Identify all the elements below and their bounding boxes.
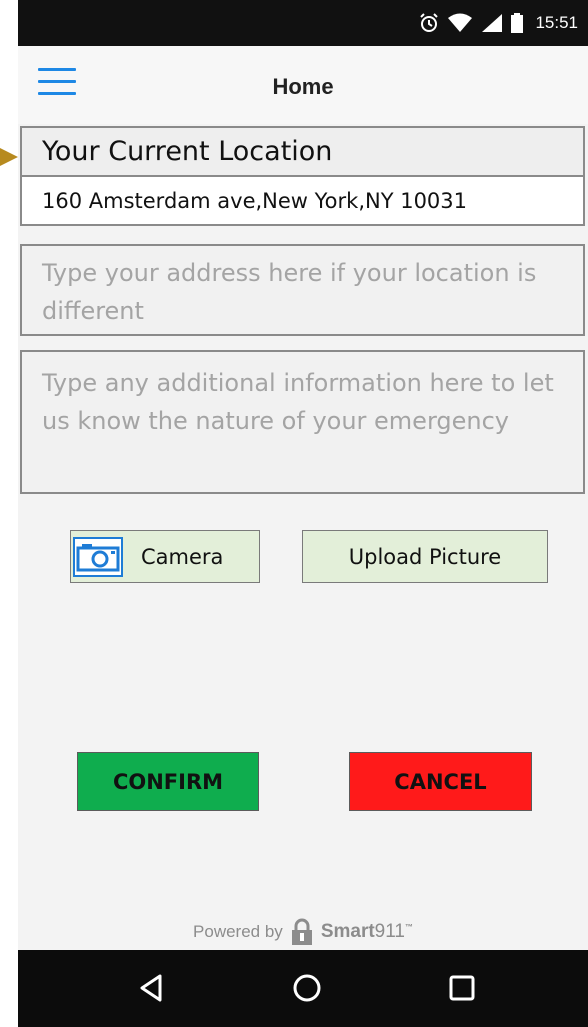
status-time: 15:51	[535, 13, 578, 32]
lock-icon	[291, 918, 312, 945]
battery-icon	[511, 13, 524, 33]
powered-by-footer: Powered by Smart911™	[18, 912, 588, 952]
confirm-button-label: CONFIRM	[112, 769, 224, 794]
alarm-icon	[420, 13, 439, 32]
camera-button-label: Camera	[141, 544, 224, 569]
app-bar: Home	[18, 46, 588, 124]
back-icon[interactable]	[136, 972, 168, 1004]
confirm-button[interactable]: CONFIRM	[77, 752, 259, 811]
page-title: Home	[272, 74, 334, 99]
status-icons: 15:51	[419, 12, 578, 34]
wifi-icon	[448, 13, 473, 32]
cancel-button[interactable]: CANCEL	[349, 752, 532, 811]
phone-screen: 15:51 Home Your Current Location 160 Ams…	[18, 0, 588, 1027]
cancel-button-label: CANCEL	[394, 769, 487, 794]
current-location-title: Your Current Location	[20, 126, 585, 176]
pointer-arrow-icon	[0, 148, 18, 166]
alternate-address-input[interactable]	[20, 244, 585, 336]
current-location-address: 160 Amsterdam ave,New York,NY 10031	[20, 176, 585, 226]
camera-icon	[73, 536, 123, 577]
navigation-bar	[18, 950, 588, 1027]
camera-button[interactable]: Camera	[70, 530, 260, 583]
status-bar: 15:51	[18, 0, 588, 46]
home-icon[interactable]	[291, 972, 323, 1004]
recents-icon[interactable]	[446, 972, 478, 1004]
upload-picture-button[interactable]: Upload Picture	[302, 530, 548, 583]
upload-picture-label: Upload Picture	[348, 544, 502, 569]
signal-icon	[482, 14, 503, 32]
current-location-panel: Your Current Location 160 Amsterdam ave,…	[20, 126, 585, 226]
emergency-info-input[interactable]	[20, 350, 585, 494]
powered-by-text: Powered by	[193, 922, 283, 941]
brand-logo: Smart911™	[320, 921, 413, 942]
